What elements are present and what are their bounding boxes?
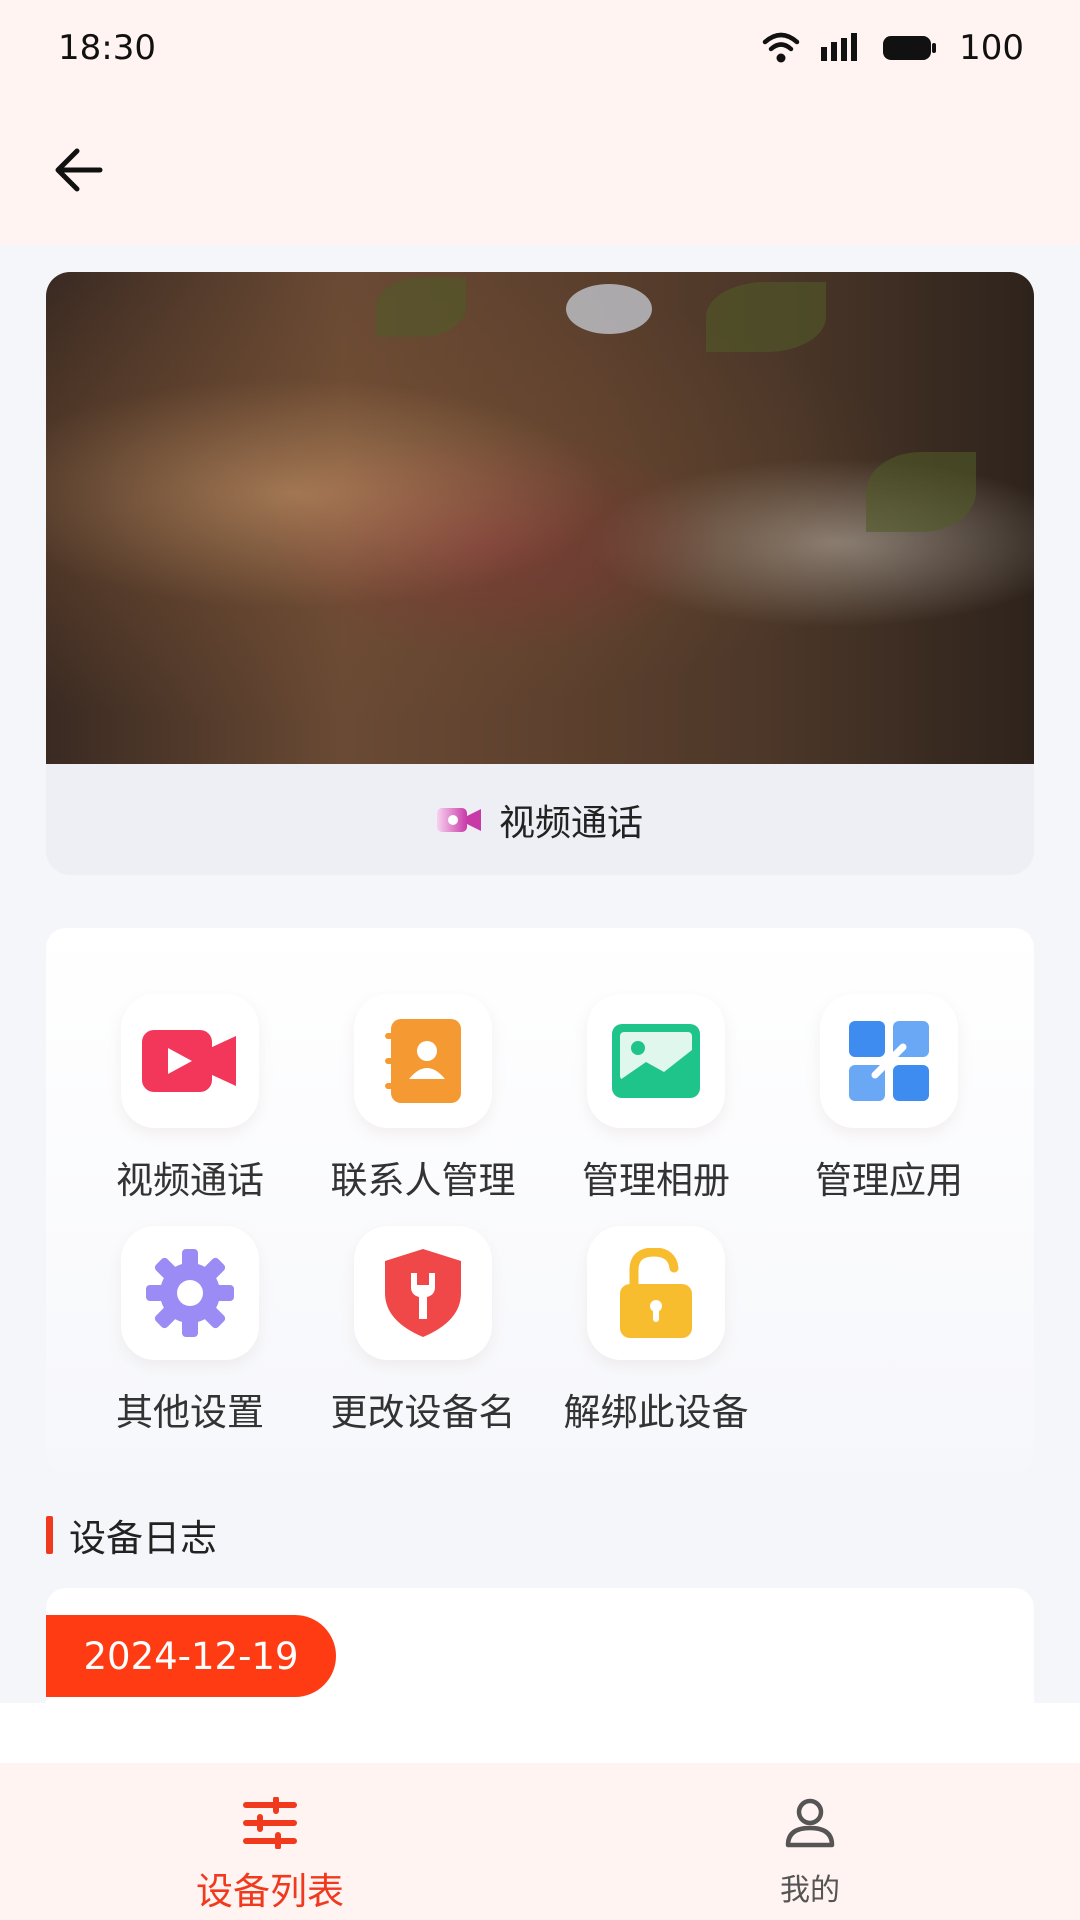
func-icon-box	[354, 994, 492, 1128]
func-label: 联系人管理	[330, 1159, 516, 1202]
person-icon	[785, 1798, 835, 1848]
unlock-icon	[620, 1248, 692, 1338]
wrench-shield-icon	[385, 1249, 461, 1337]
device-log-card: 2024-12-19	[46, 1588, 1034, 1703]
back-button[interactable]	[48, 140, 108, 200]
func-icon-box	[121, 994, 259, 1128]
func-label: 管理相册	[582, 1159, 730, 1202]
tab-device-list[interactable]: 设备列表	[0, 1763, 540, 1920]
func-label: 视频通话	[116, 1159, 264, 1202]
gear-icon	[146, 1249, 234, 1337]
battery-icon	[883, 35, 937, 60]
func-label: 管理应用	[815, 1159, 963, 1202]
func-label: 解绑此设备	[563, 1391, 749, 1434]
function-grid: 视频通话 联系人管理 管理相册 管理应用 其他设置 更改设备名 解绑此设备	[46, 928, 1034, 1473]
battery-level: 100	[959, 27, 1024, 68]
tab-icon	[784, 1793, 836, 1853]
leaf-shape	[706, 282, 826, 352]
video-call-label: 视频通话	[498, 802, 643, 844]
wifi-icon	[762, 32, 800, 62]
tab-label: 设备列表	[196, 1870, 344, 1913]
device-log-heading: 设备日志	[46, 1513, 217, 1560]
app-manage-icon	[849, 1021, 929, 1101]
tab-label: 我的	[780, 1873, 840, 1908]
device-log-title: 设备日志	[69, 1517, 217, 1560]
func-label: 其他设置	[116, 1391, 264, 1434]
nav-bar	[0, 120, 1080, 220]
status-bar: 18:30 100	[0, 0, 1080, 95]
tab-mine[interactable]: 我的	[540, 1763, 1080, 1920]
contacts-book-icon	[385, 1019, 461, 1103]
elderly-couple-photo	[46, 272, 1034, 764]
func-unbind-device[interactable]: 解绑此设备	[556, 1226, 756, 1436]
video-call-icon	[142, 1030, 236, 1092]
log-card-continuation	[0, 1703, 1080, 1763]
log-date-badge[interactable]: 2024-12-19	[46, 1615, 336, 1697]
func-icon-box	[121, 1226, 259, 1360]
func-album[interactable]: 管理相册	[556, 994, 756, 1204]
func-contacts[interactable]: 联系人管理	[323, 994, 523, 1204]
leaf-shape	[376, 277, 466, 337]
sliders-icon	[243, 1797, 297, 1849]
photo-album-icon	[612, 1024, 700, 1098]
func-rename-device[interactable]: 更改设备名	[323, 1226, 523, 1436]
func-label: 更改设备名	[330, 1391, 516, 1434]
signal-icon	[821, 32, 858, 61]
heading-accent-bar	[46, 1516, 53, 1554]
back-arrow-icon	[55, 148, 103, 192]
bottom-tab-bar: 设备列表 我的	[0, 1763, 1080, 1920]
video-camera-icon	[436, 807, 481, 832]
func-app-manage[interactable]: 管理应用	[789, 994, 989, 1204]
video-call-button[interactable]: 视频通话	[46, 764, 1034, 875]
func-icon-box	[587, 994, 725, 1128]
func-icon-box	[354, 1226, 492, 1360]
func-video-call[interactable]: 视频通话	[90, 994, 290, 1204]
leaf-shape	[866, 452, 976, 532]
func-icon-box	[820, 994, 958, 1128]
tab-icon	[242, 1793, 298, 1853]
func-other-settings[interactable]: 其他设置	[90, 1226, 290, 1436]
lamp-shape	[566, 284, 652, 334]
video-card: 视频通话	[46, 272, 1034, 875]
func-icon-box	[587, 1226, 725, 1360]
status-time: 18:30	[58, 27, 156, 68]
status-icons: 100	[761, 28, 1024, 68]
